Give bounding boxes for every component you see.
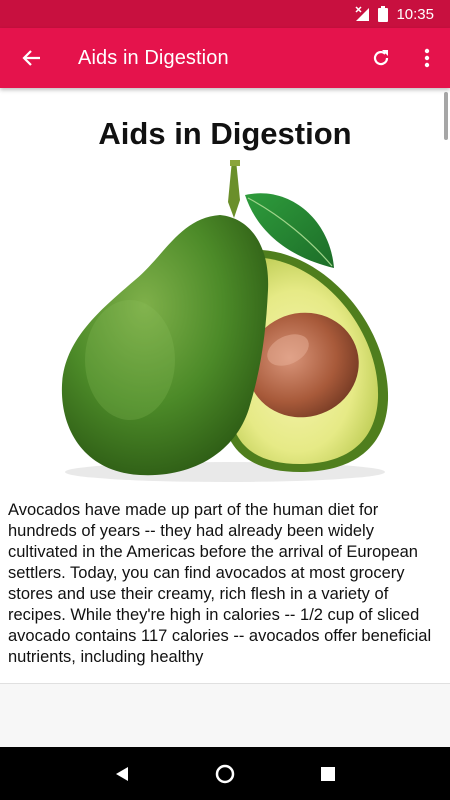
back-triangle-icon bbox=[115, 766, 128, 781]
status-bar: 10:35 bbox=[0, 0, 450, 28]
scrollbar[interactable] bbox=[444, 92, 448, 140]
recents-square-icon bbox=[321, 766, 336, 781]
home-circle-icon bbox=[215, 764, 235, 783]
article-heading: Aids in Digestion bbox=[98, 116, 352, 151]
back-button[interactable] bbox=[0, 28, 62, 88]
article-content[interactable]: Aids in Digestion Avocados have made up … bbox=[0, 88, 450, 683]
bottom-ad-area bbox=[0, 683, 450, 747]
more-vert-icon bbox=[424, 48, 430, 68]
nav-recents-button[interactable] bbox=[308, 754, 348, 794]
no-signal-icon bbox=[354, 6, 370, 22]
nav-home-button[interactable] bbox=[205, 754, 245, 794]
arrow-back-icon bbox=[22, 50, 40, 66]
app-bar: Aids in Digestion bbox=[0, 28, 450, 88]
system-nav-bar bbox=[0, 747, 450, 800]
refresh-icon bbox=[373, 50, 389, 66]
battery-icon bbox=[378, 6, 389, 22]
status-time: 10:35 bbox=[396, 5, 434, 23]
more-options-button[interactable] bbox=[404, 28, 450, 88]
avocado-image bbox=[0, 160, 450, 490]
refresh-button[interactable] bbox=[358, 28, 404, 88]
article-paragraph: Avocados have made up part of the human … bbox=[8, 501, 432, 666]
app-bar-title: Aids in Digestion bbox=[78, 46, 229, 69]
nav-back-button[interactable] bbox=[102, 754, 142, 794]
